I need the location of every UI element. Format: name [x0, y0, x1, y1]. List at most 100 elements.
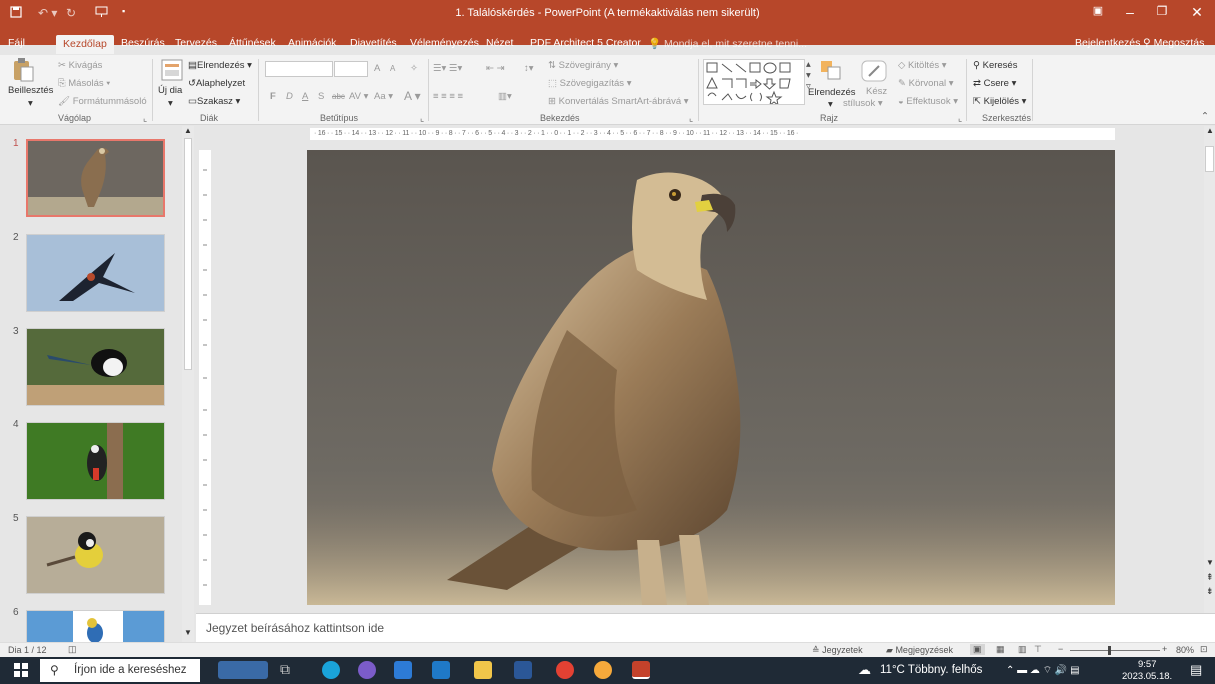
shadow-button[interactable]: S [318, 91, 324, 102]
spellcheck-icon[interactable]: ◫ [68, 644, 77, 655]
clock-time[interactable]: 9:57 [1138, 659, 1157, 670]
new-slide-icon[interactable] [161, 58, 183, 85]
arrange-dropdown-icon[interactable]: ▾ [828, 99, 833, 110]
collapse-ribbon-icon[interactable]: ⌃ [1201, 111, 1209, 122]
new-slide-dropdown-icon[interactable]: ▾ [168, 98, 173, 109]
tab-slideshow[interactable]: Diavetítés [350, 37, 397, 49]
restore-button[interactable]: ❐ [1147, 4, 1177, 18]
zoom-slider[interactable] [1070, 650, 1160, 651]
tab-design[interactable]: Tervezés [175, 37, 217, 49]
file-explorer-icon[interactable] [474, 661, 492, 679]
quick-styles-label-2[interactable]: stílusok ▾ [843, 98, 883, 109]
chrome-canary-icon[interactable] [594, 661, 612, 679]
tab-transitions[interactable]: Áttűnések [229, 37, 276, 49]
chrome-icon[interactable] [556, 661, 574, 679]
paste-icon[interactable] [12, 57, 34, 86]
edge-browser-icon[interactable] [322, 661, 340, 679]
signin-link[interactable]: Bejelentkezés [1075, 37, 1140, 49]
align-buttons[interactable]: ≡ ≡ ≡ ≡ [433, 91, 463, 102]
notes-pane[interactable]: Jegyzet beírásához kattintson ide [196, 613, 1215, 642]
shrink-font-button[interactable]: A [390, 64, 395, 73]
slide-thumbnail-5[interactable] [26, 516, 165, 594]
word-icon[interactable] [514, 661, 532, 679]
store-icon[interactable] [394, 661, 412, 679]
search-highlights-icon[interactable] [218, 661, 268, 679]
scroll-down-icon[interactable]: ▼ [184, 628, 192, 637]
font-name-box[interactable] [265, 61, 333, 77]
font-size-box[interactable] [334, 61, 368, 77]
tab-animations[interactable]: Animációk [288, 37, 336, 49]
zoom-in-icon[interactable]: + [1162, 644, 1167, 654]
mail-icon[interactable] [432, 661, 450, 679]
viber-icon[interactable] [358, 661, 376, 679]
close-button[interactable]: ✕ [1182, 4, 1212, 21]
next-slide-icon[interactable]: ⇟ [1206, 586, 1214, 597]
task-view-icon[interactable]: ⧉ [280, 661, 298, 679]
bullets-button[interactable]: ☰▾ ☰▾ [433, 63, 462, 74]
arrange-button[interactable]: Elrendezés [808, 87, 856, 98]
shapes-gallery[interactable] [703, 59, 805, 107]
tab-file[interactable]: Fájl [8, 37, 25, 49]
font-launcher-icon[interactable]: ⌞ [420, 113, 424, 124]
paragraph-launcher-icon[interactable]: ⌞ [689, 113, 693, 124]
arrange-icon[interactable] [820, 60, 842, 83]
scroll-up-icon[interactable]: ▲ [184, 126, 192, 135]
notes-toggle[interactable]: ≙ Jegyzetek [812, 645, 863, 656]
clear-format-icon[interactable]: ✧ [410, 63, 418, 74]
change-case-button[interactable]: Aa ▾ [374, 91, 393, 102]
clock-date[interactable]: 2023.05.18. [1122, 671, 1172, 682]
find-button[interactable]: ⚲ Keresés [973, 60, 1017, 71]
previous-slide-icon[interactable]: ⇞ [1206, 572, 1214, 583]
replace-button[interactable]: ⇄ Csere ▾ [973, 78, 1016, 89]
tab-view[interactable]: Nézet [486, 37, 513, 49]
zoom-slider-thumb[interactable] [1108, 646, 1111, 655]
minimize-button[interactable]: – [1115, 4, 1145, 20]
scroll-up-icon[interactable]: ▲ [1206, 126, 1214, 135]
cut-button[interactable]: ✂ Kivágás [58, 60, 102, 71]
weather-icon[interactable]: ☁ [858, 662, 871, 678]
scroll-thumb[interactable] [1205, 146, 1214, 172]
tab-pdf-architect[interactable]: PDF Architect 5 Creator [530, 37, 641, 49]
quick-styles-label[interactable]: Kész [866, 86, 887, 97]
section-button[interactable]: ▭Szakasz ▾ [188, 96, 240, 107]
reset-button[interactable]: ↺Alaphelyzet [188, 78, 245, 89]
slide-thumbnail-1[interactable] [26, 139, 165, 217]
italic-button[interactable]: D [286, 91, 293, 102]
weather-text[interactable]: 11°C Többny. felhős [880, 664, 982, 676]
reading-view-icon[interactable]: ▥ [1018, 644, 1027, 655]
tell-me-box[interactable]: 💡 Mondja el, mit szeretne tenni... [648, 37, 807, 50]
shape-fill-button[interactable]: ◇ Kitöltés ▾ [898, 60, 947, 71]
char-spacing-button[interactable]: AV ▾ [349, 91, 368, 102]
drawing-launcher-icon[interactable]: ⌞ [958, 113, 962, 124]
slideshow-view-icon[interactable]: ⊤ [1034, 644, 1042, 655]
notifications-icon[interactable]: ▤ [1190, 662, 1202, 678]
eagle-photo[interactable] [307, 150, 1115, 605]
paste-dropdown-icon[interactable]: ▾ [28, 98, 33, 109]
zoom-level[interactable]: 80% [1176, 645, 1194, 655]
taskbar-search-box[interactable]: ⚲ Írjon ide a kereséshez [40, 659, 200, 682]
fit-to-window-icon[interactable]: ⊡ [1200, 644, 1208, 655]
ribbon-display-icon[interactable]: ▣ [1083, 4, 1113, 17]
font-color-button[interactable]: A ▾ [404, 89, 421, 103]
tray-icons[interactable]: ⌃ ▬ ☁ ⌔ 🔊 ▤ [1006, 664, 1080, 677]
slide-canvas[interactable] [307, 150, 1115, 605]
strikethrough-button[interactable]: abc [332, 92, 345, 101]
scroll-thumb[interactable] [184, 138, 192, 370]
indent-buttons[interactable]: ⇤ ⇥ [486, 63, 505, 74]
new-slide-button[interactable]: Új dia [158, 85, 182, 96]
grow-font-button[interactable]: A [374, 63, 380, 74]
underline-button[interactable]: A [302, 91, 308, 102]
smartart-button[interactable]: ⊞ Konvertálás SmartArt-ábrává ▾ [548, 96, 689, 107]
zoom-out-icon[interactable]: − [1058, 644, 1063, 654]
scroll-down-icon[interactable]: ▼ [1206, 558, 1214, 567]
tab-review[interactable]: Véleményezés [410, 37, 479, 49]
align-text-button[interactable]: ⬚ Szövegigazítás ▾ [548, 78, 631, 89]
powerpoint-icon[interactable] [632, 661, 650, 679]
line-spacing-button[interactable]: ↕▾ [524, 63, 534, 74]
paste-button[interactable]: Beillesztés [8, 85, 53, 96]
normal-view-icon[interactable]: ▣ [970, 644, 985, 655]
windows-start-icon[interactable] [14, 663, 28, 680]
editor-scrollbar[interactable]: ▲ ▼ ⇞ ⇟ [1204, 126, 1215, 613]
thumbnail-scrollbar[interactable]: ▲ ▼ [182, 126, 194, 642]
shape-outline-button[interactable]: ✎ Körvonal ▾ [898, 78, 954, 89]
